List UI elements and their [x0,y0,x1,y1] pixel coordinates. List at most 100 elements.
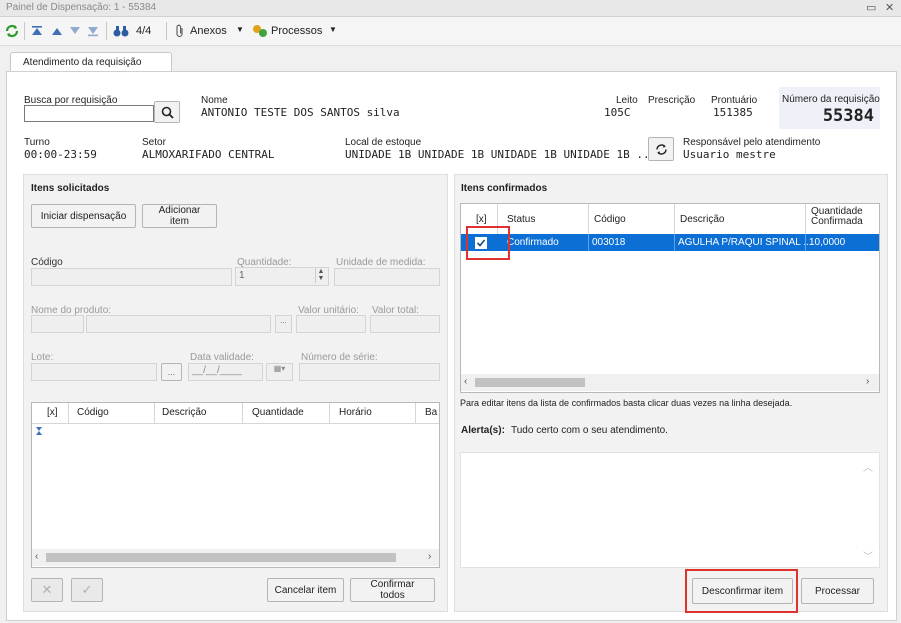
valor-total-input[interactable] [370,315,440,333]
produto-codigo-input[interactable] [31,315,84,333]
scroll-up-icon[interactable]: ︿ [863,459,873,474]
alertas-label: Alerta(s): [461,425,505,436]
col-codigo[interactable]: Código [77,407,109,418]
col-quantidade-confirmada[interactable]: Quantidade Confirmada [811,207,875,227]
next-record-icon[interactable] [68,23,82,39]
first-record-icon[interactable] [30,23,44,39]
cancel-x-button[interactable]: ✕ [31,578,63,602]
col-horario[interactable]: Horário [339,407,372,418]
confirm-check-button[interactable]: ✓ [71,578,103,602]
leito-value: 105C [604,106,631,119]
toolbar: 4/4 Anexos ▼ Processos ▼ [0,17,901,46]
close-icon[interactable]: ✕ [885,1,894,14]
stepper-arrows-icon[interactable]: ▲ ▼ [315,268,326,283]
processos-menu[interactable]: Processos [271,25,322,37]
checkbox-highlight-box [466,226,510,260]
alertas-textarea[interactable]: ︿ ﹀ [460,452,880,568]
unidade-label: Unidade de medida: [336,257,426,268]
nome-label: Nome [201,95,228,106]
table-row[interactable]: Confirmado 003018 AGULHA P/RAQUI SPINAL … [461,234,879,251]
col-ba[interactable]: Ba [425,407,437,418]
chevron-down-icon[interactable]: ▼ [236,25,244,34]
col-descricao[interactable]: Descrição [162,407,206,418]
restore-icon[interactable]: ▭ [866,1,876,14]
data-validade-input[interactable]: __/__/____ [188,363,263,381]
col-quantidade[interactable]: Quantidade [252,407,304,418]
refresh-icon[interactable] [4,23,20,39]
title-bar: Painel de Dispensação: 1 - 55384 ▭ ✕ [0,0,901,17]
prescricao-label: Prescrição [648,95,696,106]
horizontal-scrollbar[interactable]: ‹ › [32,549,439,566]
tab-label: Atendimento da requisição [23,57,142,68]
processar-button[interactable]: Processar [801,578,874,604]
iniciar-dispensacao-button[interactable]: Iniciar dispensação [31,204,136,228]
data-validade-label: Data validade: [190,352,254,363]
search-button[interactable] [154,101,180,123]
numero-requisicao-box: Número da requisição 55384 [779,87,880,129]
numero-value: 55384 [822,106,874,126]
leito-label: Leito [616,95,638,106]
busca-input[interactable] [24,105,154,122]
lote-input[interactable] [31,363,157,381]
codigo-input[interactable] [31,268,232,286]
scroll-left-icon[interactable]: ‹ [35,551,38,562]
quantidade-stepper[interactable]: 1 ▲ ▼ [235,267,329,286]
record-counter: 4/4 [136,25,152,37]
anexos-menu[interactable]: Anexos [190,25,227,37]
row-codigo: 003018 [592,237,626,248]
calendar-dropdown[interactable]: ▦▾ [266,363,293,381]
responsavel-value: Usuario mestre [683,148,776,161]
search-icon [161,106,174,119]
scroll-thumb[interactable] [46,553,396,562]
local-label: Local de estoque [345,137,422,148]
col-codigo[interactable]: Código [594,214,626,225]
itens-solicitados-grid: [x] Código Descrição Quantidade Horário … [31,402,440,568]
col-status[interactable]: Status [507,214,535,225]
produto-lookup-button[interactable]: ... [275,315,292,333]
turno-label: Turno [24,137,50,148]
window-title: Painel de Dispensação: 1 - 55384 [6,2,157,13]
refresh-icon [655,143,667,155]
process-icon [252,23,268,39]
prontuario-value: 151385 [713,106,753,119]
prontuario-label: Prontuário [711,95,758,106]
scroll-left-icon[interactable]: ‹ [464,376,467,387]
calendar-icon: ▦▾ [273,364,286,373]
lote-lookup-button[interactable]: ... [161,363,182,381]
previous-record-icon[interactable] [50,23,64,39]
numero-serie-label: Número de série: [301,352,378,363]
binoculars-icon[interactable] [112,23,130,39]
chevron-down-icon[interactable]: ▼ [329,25,337,34]
scroll-right-icon[interactable]: › [866,376,869,387]
confirmar-todos-button[interactable]: Confirmar todos [350,578,435,602]
local-value: UNIDADE 1B UNIDADE 1B UNIDADE 1B UNIDADE… [345,148,657,161]
col-descricao[interactable]: Descrição [680,214,724,225]
valor-unitario-input[interactable] [296,315,366,333]
close-icon: ✕ [41,582,53,597]
swap-responsavel-button[interactable] [648,137,674,161]
desconfirmar-item-button[interactable]: Desconfirmar item [692,578,793,604]
sort-handle-icon[interactable] [35,426,43,438]
col-checkbox[interactable]: [x] [47,407,58,418]
row-descricao: AGULHA P/RAQUI SPINAL ... [678,237,812,248]
grid-header: [x] Status Código Descrição Quantidade C… [461,204,879,235]
scroll-down-icon[interactable]: ﹀ [863,548,873,563]
unidade-input[interactable] [334,268,440,286]
cancelar-item-button[interactable]: Cancelar item [267,578,344,602]
itens-confirmados-grid: [x] Status Código Descrição Quantidade C… [460,203,880,393]
check-icon: ✓ [81,582,93,597]
numero-label: Número da requisição [782,94,880,105]
last-record-icon[interactable] [86,23,100,39]
numero-serie-input[interactable] [299,363,440,381]
col-checkbox[interactable]: [x] [476,214,487,225]
grid-header: [x] Código Descrição Quantidade Horário … [32,403,439,424]
setor-value: ALMOXARIFADO CENTRAL [142,148,275,161]
adicionar-item-button[interactable]: Adicionar item [142,204,217,228]
scroll-thumb[interactable] [475,378,585,387]
tab-atendimento[interactable]: Atendimento da requisição [10,52,172,73]
scroll-right-icon[interactable]: › [428,551,431,562]
nome-produto-input[interactable] [86,315,271,333]
nome-value: ANTONIO TESTE DOS SANTOS silva [201,106,400,119]
horizontal-scrollbar[interactable]: ‹ › [461,374,879,391]
codigo-label: Código [31,257,63,268]
